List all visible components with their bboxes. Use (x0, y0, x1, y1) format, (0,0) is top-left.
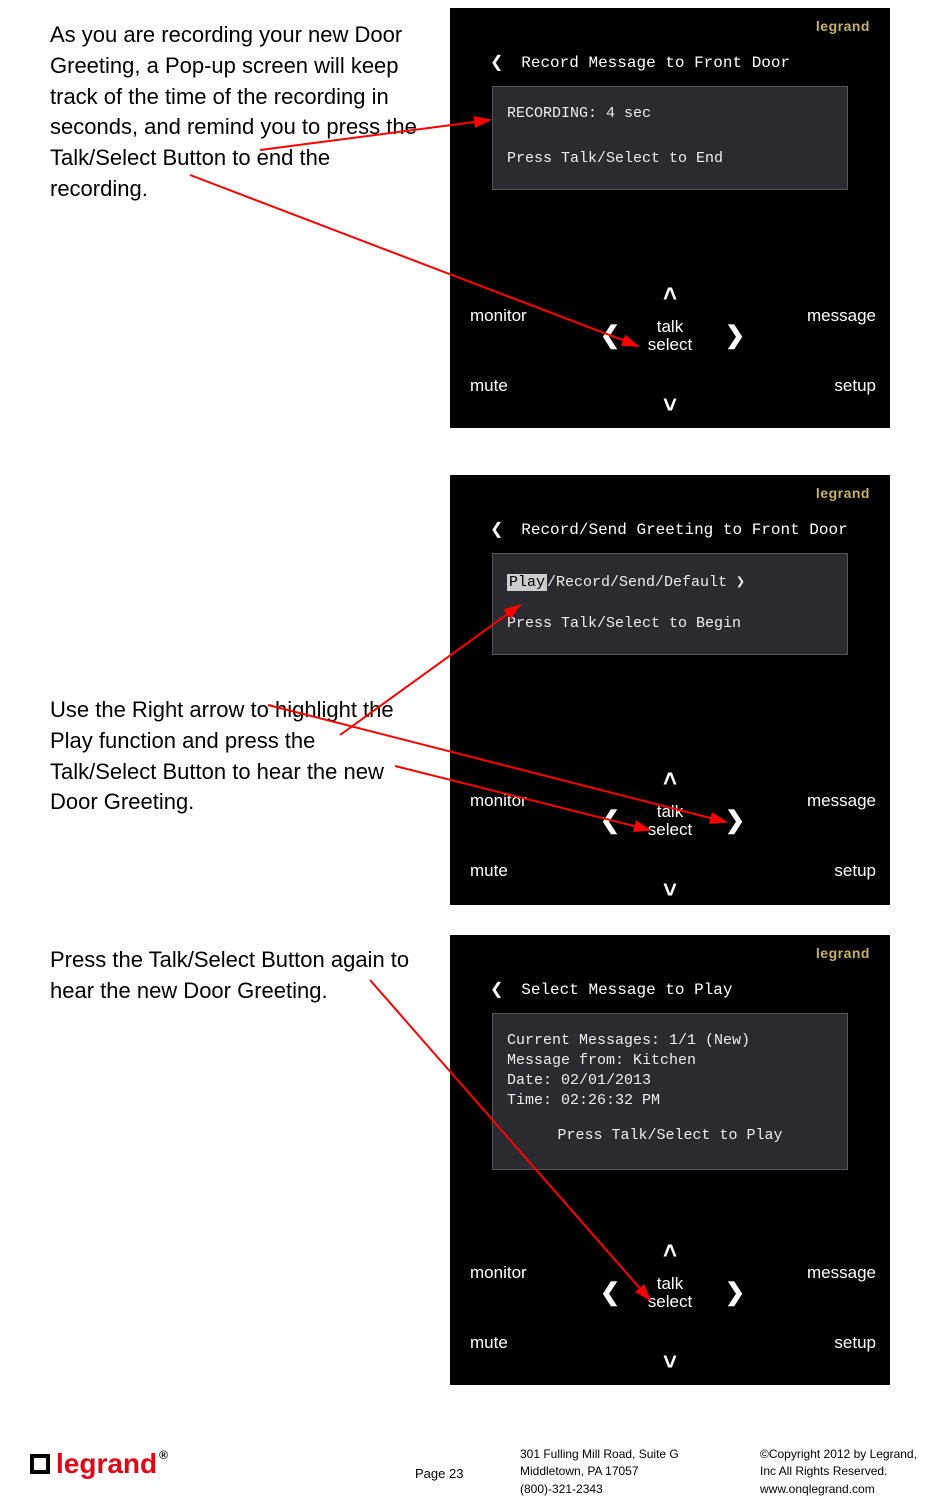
page-number: Page 23 (415, 1466, 463, 1481)
message-date: Date: 02/01/2013 (507, 1072, 833, 1089)
up-arrow-icon[interactable]: ˄ (663, 281, 677, 309)
recording-popup: RECORDING: 4 sec Press Talk/Select to En… (492, 86, 848, 190)
footer-address: 301 Fulling Mill Road, Suite G Middletow… (520, 1446, 679, 1498)
options-rest: /Record/Send/Default ❯ (547, 574, 745, 591)
talk-select-button[interactable]: talk select (648, 803, 692, 839)
down-arrow-icon[interactable]: ˅ (663, 392, 677, 420)
begin-instruction: Press Talk/Select to Begin (507, 615, 833, 632)
right-arrow-icon[interactable]: ❯ (725, 1278, 745, 1307)
legrand-brand: legrand (816, 18, 870, 34)
options-popup: Play/Record/Send/Default ❯ Press Talk/Se… (492, 553, 848, 655)
monitor-button[interactable]: monitor (470, 1263, 527, 1283)
screen-title: ❮ Record/Send Greeting to Front Door (490, 517, 850, 543)
registered-icon: ® (159, 1448, 168, 1462)
legrand-brand: legrand (816, 485, 870, 501)
back-chevron-icon[interactable]: ❮ (490, 977, 503, 1003)
select-label: select (648, 821, 692, 839)
talk-select-button[interactable]: talk select (648, 1275, 692, 1311)
setup-button[interactable]: setup (834, 376, 876, 396)
setup-button[interactable]: setup (834, 861, 876, 881)
left-arrow-icon[interactable]: ❮ (600, 806, 620, 835)
option-line: Play/Record/Send/Default ❯ (507, 572, 833, 591)
mute-button[interactable]: mute (470, 1333, 508, 1353)
title-text: Record/Send Greeting to Front Door (521, 521, 847, 539)
page-footer: legrand ® Page 23 301 Fulling Mill Road,… (0, 1438, 943, 1503)
left-arrow-icon[interactable]: ❮ (600, 321, 620, 350)
screen-title: ❮ Select Message to Play (490, 977, 850, 1003)
right-arrow-icon[interactable]: ❯ (725, 321, 745, 350)
select-label: select (648, 1293, 692, 1311)
message-info-popup: Current Messages: 1/1 (New) Message from… (492, 1013, 848, 1170)
play-option-highlighted[interactable]: Play (507, 574, 547, 591)
back-chevron-icon[interactable]: ❮ (490, 517, 503, 543)
device-screenshot-1: legrand ❮ Record Message to Front Door R… (450, 8, 890, 428)
logo-text: legrand (56, 1448, 157, 1480)
back-chevron-icon[interactable]: ❮ (490, 50, 503, 76)
up-arrow-icon[interactable]: ˄ (663, 1238, 677, 1266)
device-screenshot-3: legrand ❮ Select Message to Play Current… (450, 935, 890, 1385)
down-arrow-icon[interactable]: ˅ (663, 1349, 677, 1377)
device-controls: ˄ ˅ ❮ ❯ monitor message mute setup talk … (450, 276, 890, 416)
logo-box-icon (30, 1454, 50, 1474)
message-time: Time: 02:26:32 PM (507, 1092, 833, 1109)
talk-select-button[interactable]: talk select (648, 318, 692, 354)
legrand-brand: legrand (816, 945, 870, 961)
monitor-button[interactable]: monitor (470, 306, 527, 326)
up-arrow-icon[interactable]: ˄ (663, 766, 677, 794)
device-screenshot-2: legrand ❮ Record/Send Greeting to Front … (450, 475, 890, 905)
message-button[interactable]: message (807, 306, 876, 326)
legrand-logo: legrand ® (30, 1448, 168, 1480)
mute-button[interactable]: mute (470, 861, 508, 881)
caption-recording: As you are recording your new Door Greet… (50, 20, 430, 205)
monitor-button[interactable]: monitor (470, 791, 527, 811)
message-button[interactable]: message (807, 791, 876, 811)
device-controls: ˄ ˅ ❮ ❯ monitor message mute setup talk … (450, 1233, 890, 1373)
talk-label: talk (648, 1275, 692, 1293)
right-arrow-icon[interactable]: ❯ (725, 806, 745, 835)
recording-instruction: Press Talk/Select to End (507, 150, 833, 167)
play-instruction: Press Talk/Select to Play (507, 1127, 833, 1144)
caption-play-again: Press the Talk/Select Button again to he… (50, 945, 430, 1007)
mute-button[interactable]: mute (470, 376, 508, 396)
message-button[interactable]: message (807, 1263, 876, 1283)
footer-copyright: ©Copyright 2012 by Legrand, Inc All Righ… (760, 1446, 917, 1498)
talk-label: talk (648, 318, 692, 336)
caption-play: Use the Right arrow to highlight the Pla… (50, 695, 420, 818)
recording-status: RECORDING: 4 sec (507, 105, 833, 122)
down-arrow-icon[interactable]: ˅ (663, 877, 677, 905)
screen-title: ❮ Record Message to Front Door (490, 50, 850, 76)
left-arrow-icon[interactable]: ❮ (600, 1278, 620, 1307)
talk-label: talk (648, 803, 692, 821)
device-controls: ˄ ˅ ❮ ❯ monitor message mute setup talk … (450, 761, 890, 901)
title-text: Select Message to Play (521, 981, 732, 999)
select-label: select (648, 336, 692, 354)
message-from: Message from: Kitchen (507, 1052, 833, 1069)
title-text: Record Message to Front Door (521, 54, 790, 72)
current-messages: Current Messages: 1/1 (New) (507, 1032, 833, 1049)
setup-button[interactable]: setup (834, 1333, 876, 1353)
